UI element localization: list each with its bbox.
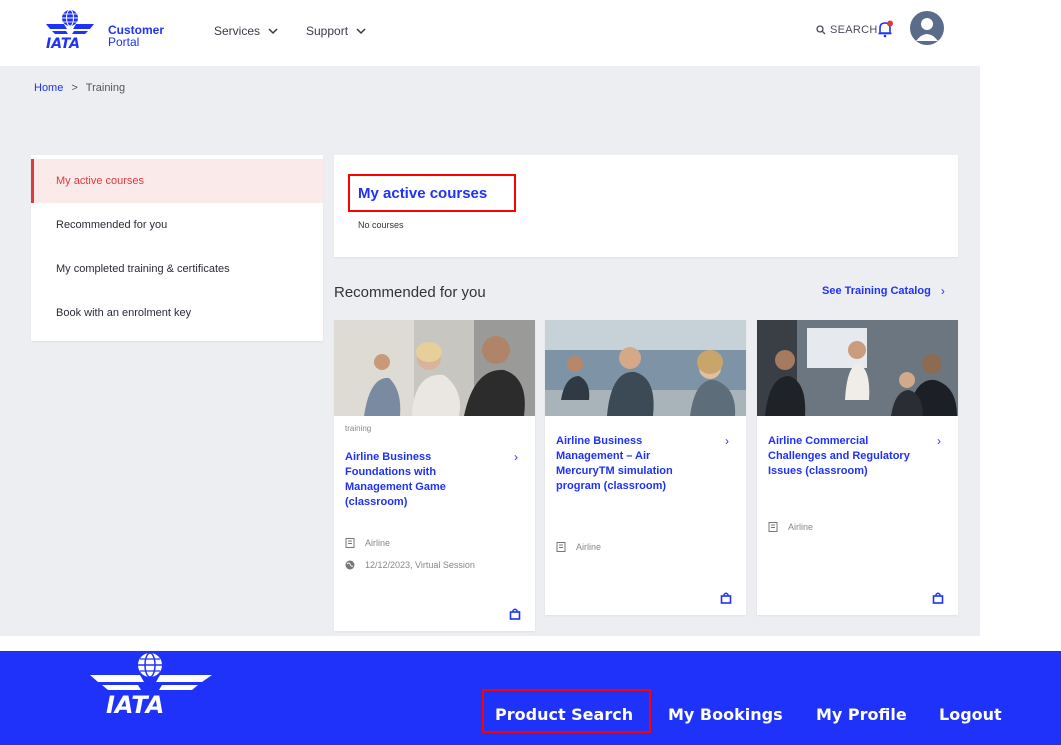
search-label: SEARCH	[830, 24, 878, 36]
nav-my-bookings[interactable]: My Bookings	[668, 705, 783, 724]
portal-name-line2: Portal	[108, 35, 140, 49]
chevron-down-icon	[268, 28, 278, 35]
card-audience-label: Airline	[576, 542, 602, 552]
nav-support-label: Support	[306, 24, 349, 38]
card-title[interactable]: Airline Commercial Challenges and Regula…	[768, 434, 918, 479]
course-card-1[interactable]: training Airline Business Foundations wi…	[334, 320, 535, 631]
breadcrumb-current: Training	[85, 82, 126, 94]
top-navigation-bar: IATA Customer Portal Services Support SE…	[0, 0, 980, 66]
building-icon	[768, 522, 778, 532]
breadcrumb: Home > Training	[34, 82, 125, 94]
chevron-right-icon: ›	[940, 284, 945, 298]
search-icon	[816, 25, 826, 35]
nav-services[interactable]: Services	[214, 24, 278, 38]
course-photo	[334, 320, 535, 416]
nav-support[interactable]: Support	[306, 24, 366, 38]
active-courses-panel: My active courses No courses	[334, 155, 958, 257]
chevron-right-icon[interactable]: ›	[937, 434, 941, 448]
user-icon	[916, 18, 938, 41]
shopping-bag-icon[interactable]	[720, 592, 732, 604]
card-audience: Airline	[768, 522, 813, 532]
iata-logo[interactable]: IATA	[44, 8, 96, 50]
iata-logo[interactable]: IATA	[88, 651, 216, 715]
chevron-down-icon	[356, 28, 366, 35]
no-courses-text: No courses	[358, 220, 404, 230]
customer-portal-screen: IATA Customer Portal Services Support SE…	[0, 0, 980, 636]
recommended-title: Recommended for you	[334, 284, 486, 301]
shopping-bag-icon[interactable]	[509, 608, 521, 620]
svg-text:IATA: IATA	[106, 691, 164, 715]
see-training-catalog-link[interactable]: See Training Catalog ›	[822, 284, 945, 298]
sidebar-item-active-courses[interactable]: My active courses	[31, 159, 323, 203]
course-photo	[545, 320, 746, 416]
svg-text:IATA: IATA	[46, 36, 80, 50]
building-icon	[345, 538, 355, 548]
breadcrumb-separator: >	[71, 82, 78, 94]
highlight-box	[482, 689, 651, 733]
bottom-navigation-bar: IATA Product Search My Bookings My Profi…	[0, 651, 1061, 745]
card-audience: Airline	[556, 542, 601, 552]
main-content: Home > Training My active courses Recommen…	[0, 66, 980, 636]
card-session: 12/12/2023, Virtual Session	[345, 560, 475, 570]
chevron-right-icon[interactable]: ›	[514, 450, 518, 464]
sidebar-item-recommended[interactable]: Recommended for you	[31, 203, 323, 247]
highlight-box	[348, 174, 516, 212]
course-card-2[interactable]: Airline Business Management – Air Mercur…	[545, 320, 746, 615]
card-audience: Airline	[345, 538, 390, 548]
chevron-right-icon[interactable]: ›	[725, 434, 729, 448]
globe-icon	[345, 560, 355, 570]
sidebar-item-enrolment-key[interactable]: Book with an enrolment key	[31, 291, 323, 335]
course-card-3[interactable]: Airline Commercial Challenges and Regula…	[757, 320, 958, 615]
card-tag: training	[345, 424, 372, 433]
course-photo	[757, 320, 958, 416]
catalog-link-label: See Training Catalog	[822, 285, 931, 297]
nav-services-label: Services	[214, 24, 261, 38]
card-title[interactable]: Airline Business Foundations with Manage…	[345, 450, 495, 510]
portal-name: Customer Portal	[108, 24, 164, 48]
nav-my-profile[interactable]: My Profile	[816, 705, 907, 724]
card-audience-label: Airline	[365, 538, 391, 548]
building-icon	[556, 542, 566, 552]
shopping-bag-icon[interactable]	[932, 592, 944, 604]
search-button[interactable]: SEARCH	[816, 24, 878, 36]
user-avatar[interactable]	[910, 11, 944, 45]
breadcrumb-home[interactable]: Home	[34, 82, 63, 94]
card-audience-label: Airline	[788, 522, 814, 532]
nav-logout[interactable]: Logout	[939, 705, 1002, 724]
training-sidebar: My active courses Recommended for you My…	[31, 155, 323, 341]
sidebar-item-completed-training[interactable]: My completed training & certificates	[31, 247, 323, 291]
card-session-label: 12/12/2023, Virtual Session	[365, 560, 475, 570]
notification-bell-icon[interactable]	[876, 20, 894, 38]
card-title[interactable]: Airline Business Management – Air Mercur…	[556, 434, 706, 494]
